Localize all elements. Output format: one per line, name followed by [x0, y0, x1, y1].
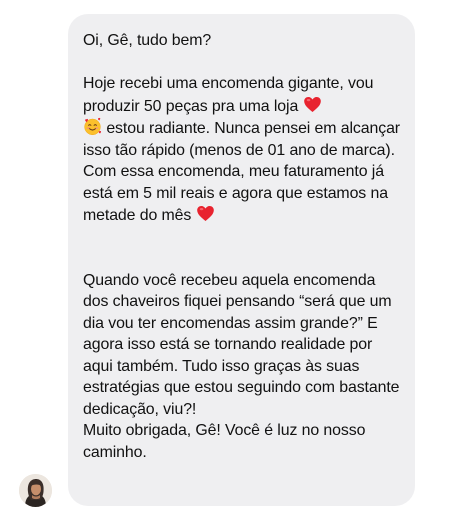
message-paragraph-2: Quando você recebeu aquela encomenda dos…	[83, 271, 404, 418]
message-greeting: Oi, Gê, tudo bem?	[83, 32, 212, 49]
red-heart-icon	[303, 95, 322, 114]
message-p1-part-b: estou radiante. Nunca pensei em alcançar…	[83, 120, 405, 224]
message-paragraph-3: Muito obrigada, Gê! Você é luz no nosso …	[83, 422, 370, 461]
red-heart-icon	[196, 204, 215, 223]
message-bubble[interactable]: Oi, Gê, tudo bem? Hoje recebi uma encome…	[68, 14, 415, 506]
smiling-face-with-hearts-icon	[83, 117, 102, 136]
message-paragraph-1: Hoje recebi uma encomenda gigante, vou p…	[83, 73, 401, 227]
avatar[interactable]	[19, 474, 52, 507]
message-p1-part-a: Hoje recebi uma encomenda gigante, vou p…	[83, 75, 378, 115]
